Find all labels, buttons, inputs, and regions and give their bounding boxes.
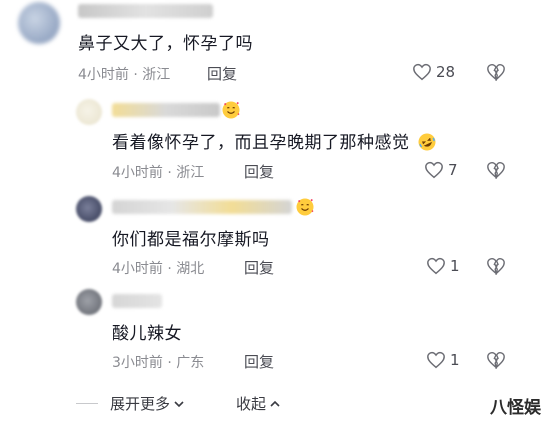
separator: · [167, 355, 172, 371]
broken-heart-icon[interactable] [486, 257, 506, 275]
reply-button[interactable]: 回复 [244, 257, 274, 278]
comment-location: 浙江 [176, 165, 205, 181]
broken-heart-icon[interactable] [486, 63, 506, 81]
chevron-down-icon [174, 400, 184, 407]
username-blurred[interactable] [112, 294, 162, 308]
like-button[interactable]: 1 [426, 351, 460, 369]
separator: · [133, 67, 138, 83]
comment-location: 浙江 [142, 67, 171, 83]
comment-text: 鼻子又大了，怀孕了吗 [78, 34, 253, 54]
username-blurred[interactable] [112, 200, 292, 214]
heart-outline-icon [413, 63, 431, 81]
smiling-face-with-hearts-icon [296, 198, 314, 216]
watermark: 八怪娱 [490, 398, 541, 418]
comment-text-body: 看着像怀孕了，而且孕晚期了那种感觉 [112, 133, 410, 153]
avatar[interactable] [76, 196, 102, 222]
like-button[interactable]: 28 [412, 63, 455, 81]
rolling-on-floor-laughing-icon [418, 133, 436, 151]
heart-outline-icon [427, 351, 445, 369]
username-blurred[interactable] [78, 4, 213, 18]
expand-more-button[interactable]: 展开更多 [110, 393, 186, 414]
comment-meta: 4小时前 · 浙江 [78, 64, 170, 84]
username-blurred[interactable] [112, 103, 220, 117]
smiling-face-with-hearts-icon [222, 101, 240, 119]
reply-button[interactable]: 回复 [207, 63, 237, 84]
heart-outline-icon [425, 161, 443, 179]
reply-button[interactable]: 回复 [244, 351, 274, 372]
expand-more-label: 展开更多 [110, 395, 171, 413]
comment-meta: 4小时前 · 湖北 [112, 258, 204, 278]
like-count: 28 [436, 63, 456, 81]
like-count: 1 [450, 351, 460, 369]
broken-heart-icon[interactable] [486, 161, 506, 179]
comment-location: 广东 [176, 355, 205, 371]
avatar[interactable] [76, 99, 102, 125]
comment-text: 看着像怀孕了，而且孕晚期了那种感觉 [112, 128, 437, 153]
like-count: 7 [448, 161, 458, 179]
divider-line [76, 403, 98, 404]
comment-meta: 3小时前 · 广东 [112, 352, 204, 372]
reply-button[interactable]: 回复 [244, 161, 274, 182]
comment-location: 湖北 [176, 261, 205, 277]
like-button[interactable]: 7 [424, 161, 458, 179]
comment-time: 4小时前 [78, 67, 129, 83]
like-button[interactable]: 1 [426, 257, 460, 275]
separator: · [167, 261, 172, 277]
like-count: 1 [450, 257, 460, 275]
comment-text: 你们都是福尔摩斯吗 [112, 230, 270, 250]
avatar[interactable] [18, 2, 60, 44]
separator: · [167, 165, 172, 181]
comment-time: 4小时前 [112, 261, 163, 277]
comment-meta: 4小时前 · 浙江 [112, 162, 204, 182]
collapse-label: 收起 [236, 395, 267, 413]
comment-text: 酸儿辣女 [112, 324, 182, 344]
chevron-up-icon [270, 400, 280, 407]
avatar[interactable] [76, 289, 102, 315]
comment-time: 4小时前 [112, 165, 163, 181]
collapse-button[interactable]: 收起 [236, 393, 282, 414]
broken-heart-icon[interactable] [486, 351, 506, 369]
heart-outline-icon [427, 257, 445, 275]
comment-time: 3小时前 [112, 355, 163, 371]
